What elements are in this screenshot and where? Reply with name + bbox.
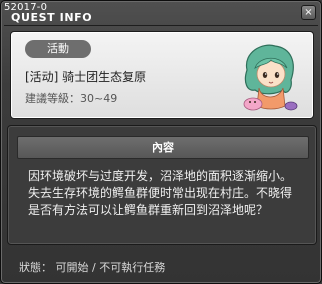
quest-description: 因环境破坏与过度开发，沼泽地的面积逐渐缩小。 失去生存环境的鳄鱼群便时常出现在村… (28, 169, 293, 217)
quest-content-panel: 內容 因环境破坏与过度开发，沼泽地的面积逐渐缩小。 失去生存环境的鳄鱼群便时常出… (7, 125, 317, 245)
quest-header-panel: 活動 [活动] 骑士团生态复原 建議等級：30~49 (10, 31, 314, 119)
recommended-level: 建議等級：30~49 (25, 92, 118, 105)
quest-name: [活动] 骑士团生态复原 (25, 70, 147, 84)
content-title: 內容 (17, 136, 309, 159)
quest-status: 狀態： 可開始 / 不可執行任務 (19, 261, 166, 274)
title-divider (4, 25, 318, 26)
close-button[interactable]: × (301, 5, 316, 20)
npc-portrait-icon (243, 44, 298, 111)
event-tag: 活動 (25, 40, 91, 58)
quest-info-window: 52017-0 QUEST INFO × 活動 [活动] 骑士团生态复原 建議等… (0, 0, 322, 284)
close-icon: × (304, 7, 313, 18)
window-title: QUEST INFO (11, 11, 93, 24)
